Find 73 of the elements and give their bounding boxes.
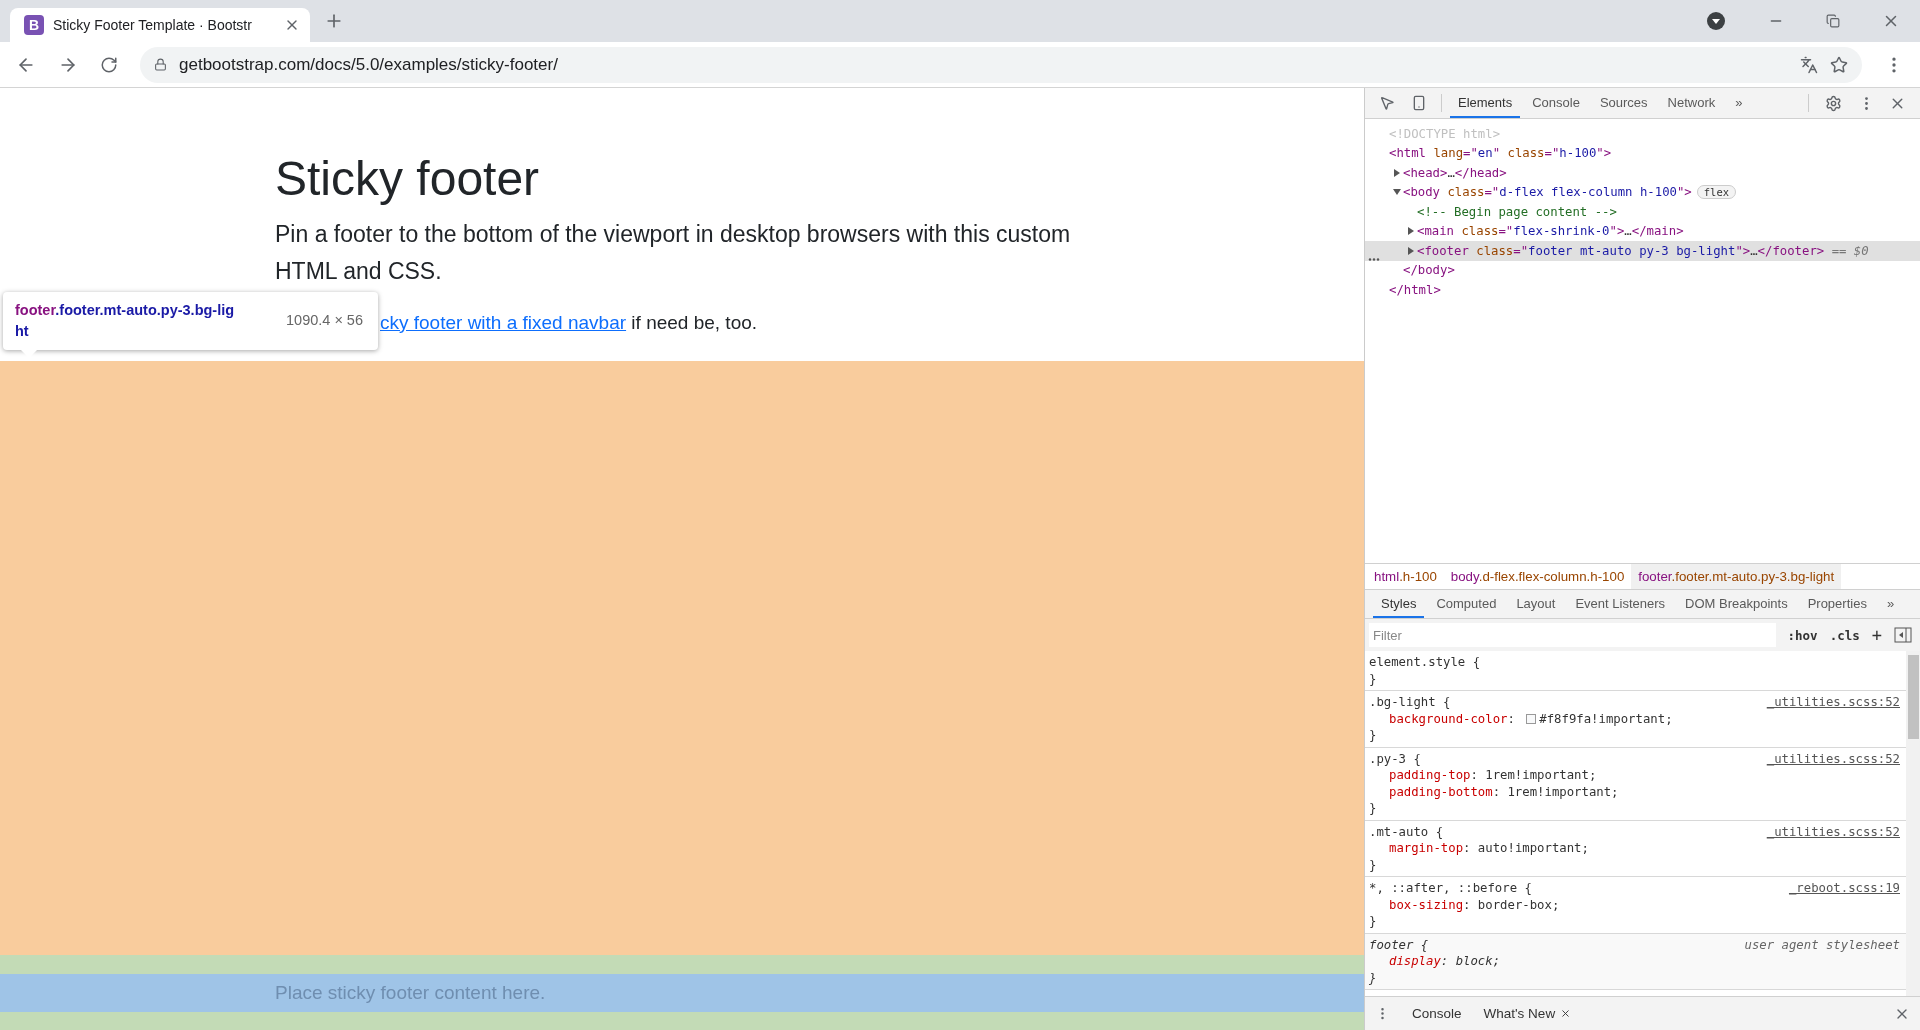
dom-node-line[interactable]: <head>…</head> xyxy=(1403,165,1507,180)
css-selector: .py-3 { xyxy=(1369,750,1421,767)
dom-node-line[interactable]: </html> xyxy=(1389,282,1441,297)
close-icon[interactable] xyxy=(1560,1008,1572,1019)
dom-node-line[interactable]: <html lang="en" class="h-100"> xyxy=(1389,146,1612,161)
styles-tab[interactable]: Event Listeners xyxy=(1567,590,1674,618)
collapsed-triangle-icon[interactable] xyxy=(1407,246,1415,255)
css-selector: .mt-auto { xyxy=(1369,823,1444,840)
closing-brace: } xyxy=(1369,800,1378,817)
styles-tab[interactable]: Computed xyxy=(1428,590,1505,618)
styles-tab[interactable]: DOM Breakpoints xyxy=(1677,590,1796,618)
scrollbar[interactable] xyxy=(1906,651,1920,996)
sidebar-toggle-icon[interactable] xyxy=(1894,627,1912,643)
collapsed-triangle-icon[interactable] xyxy=(1407,227,1415,236)
more-tabs-button[interactable]: » xyxy=(1878,590,1903,618)
closing-brace: } xyxy=(1369,913,1378,930)
closing-brace: } xyxy=(1369,670,1378,687)
devtools-tab[interactable]: Sources xyxy=(1591,88,1656,118)
tooltip-selector: footer.footer.mt-auto.py-3.bg-lig ht xyxy=(15,301,236,341)
breadcrumb[interactable]: footer.footer.mt-auto.py-3.bg-light xyxy=(1631,564,1842,589)
source-link[interactable]: _reboot.scss:19 xyxy=(1788,880,1900,897)
css-selector: .bg-light { xyxy=(1369,694,1451,711)
page-heading: Sticky footer xyxy=(275,151,541,207)
star-icon[interactable] xyxy=(1830,55,1848,74)
css-selector: footer { xyxy=(1369,936,1429,953)
styles-tab[interactable]: Layout xyxy=(1508,590,1564,618)
css-selector: element.style { xyxy=(1369,654,1481,671)
dom-node-line[interactable]: <main class="flex-shrink-0">…</main> xyxy=(1417,224,1684,239)
new-rule-button[interactable]: + xyxy=(1871,625,1882,645)
closing-brace: } xyxy=(1369,969,1378,986)
source-link[interactable]: _utilities.scss:52 xyxy=(1766,750,1900,767)
closing-brace: } xyxy=(1369,727,1378,744)
devtools-tab[interactable]: Console xyxy=(1524,88,1588,118)
styles-tab[interactable]: Properties xyxy=(1799,590,1875,618)
source-link[interactable]: _utilities.scss:52 xyxy=(1766,694,1900,711)
lead-paragraph: Pin a footer to the bottom of the viewport in desktop browsers with this custom HTML and CSS. xyxy=(275,219,1072,286)
reload-icon[interactable] xyxy=(100,55,118,74)
more-tabs-button[interactable]: » xyxy=(1727,88,1751,118)
devtools-tab[interactable]: Network xyxy=(1659,88,1724,118)
filter-field[interactable]: Filter xyxy=(1369,623,1776,647)
lock-icon xyxy=(154,58,167,71)
closing-brace: } xyxy=(1369,856,1378,873)
collapsed-triangle-icon[interactable] xyxy=(1393,168,1401,177)
css-selector: *, ::after, ::before { xyxy=(1369,880,1532,897)
url-text: getbootstrap.com/docs/5.0/examples/sticky-footer/ xyxy=(179,54,559,75)
expanded-triangle-icon[interactable] xyxy=(1393,188,1401,197)
css-declaration: padding-top: 1rem!important; xyxy=(1388,767,1598,784)
drawer-tab[interactable]: What's New xyxy=(1483,1006,1572,1021)
body-text: cky footer with a fixed navbar if need be, too. xyxy=(380,311,759,334)
text-link[interactable]: cky footer with a fixed navbar xyxy=(380,311,627,333)
source-link[interactable]: _utilities.scss:52 xyxy=(1766,823,1900,840)
dom-node-line[interactable]: <body class="d-flex flex-column h-100"> xyxy=(1403,185,1692,200)
favicon: B xyxy=(24,15,44,35)
dom-node-line[interactable]: </body> xyxy=(1403,263,1455,278)
restore-icon[interactable] xyxy=(1826,14,1840,28)
devtools-tab[interactable]: Elements xyxy=(1450,88,1521,118)
css-declaration: display: block; xyxy=(1388,953,1502,970)
css-declaration: margin-top: auto!important; xyxy=(1388,840,1590,857)
drawer-tab[interactable]: Console xyxy=(1412,1006,1462,1021)
tab-title: Sticky Footer Template · Bootstr xyxy=(53,17,253,33)
flex-badge[interactable]: flex xyxy=(1696,185,1737,200)
hov-button[interactable]: :hov xyxy=(1787,627,1818,643)
css-declaration: background-color: #f8f9fa!important; xyxy=(1388,710,1674,727)
address-bar[interactable]: getbootstrap.com/docs/5.0/examples/sticky-footer/ xyxy=(140,46,1862,83)
color-swatch[interactable] xyxy=(1526,713,1537,724)
tooltip-size: 1090.4 × 56 xyxy=(286,311,363,330)
browser-tab[interactable]: B Sticky Footer Template · Bootstr xyxy=(10,8,310,42)
cls-button[interactable]: .cls xyxy=(1829,627,1860,643)
css-declaration: padding-bottom: 1rem!important; xyxy=(1388,783,1620,800)
translate-icon[interactable] xyxy=(1800,55,1818,74)
dom-node-line[interactable]: <!-- Begin page content --> xyxy=(1417,204,1617,219)
stylesheet-origin-text: user agent stylesheet xyxy=(1744,936,1900,953)
css-declaration: box-sizing: border-box; xyxy=(1388,896,1561,913)
